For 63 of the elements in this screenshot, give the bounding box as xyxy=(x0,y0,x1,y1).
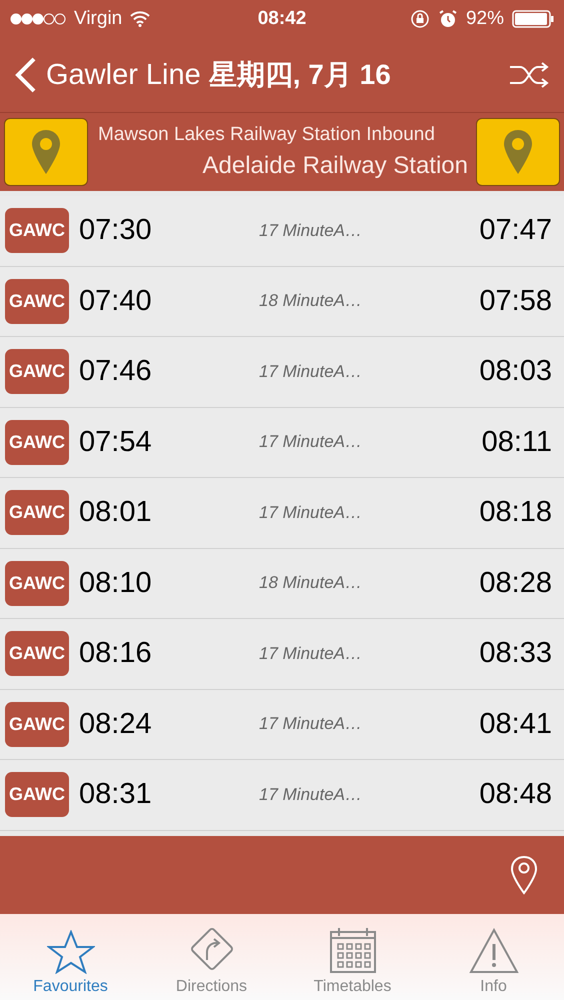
trip-duration: 17 MinuteA… xyxy=(259,644,363,664)
trip-duration: 17 MinuteA… xyxy=(259,432,363,452)
departure-time: 07:54 xyxy=(79,426,153,459)
departure-time: 08:01 xyxy=(79,496,153,530)
arrival-time: 08:28 xyxy=(479,566,552,600)
origin-station: Mawson Lakes Railway Station Inbound xyxy=(97,124,436,146)
arrival-time: 07:58 xyxy=(479,284,552,318)
destination-station: Adelaide Railway Station xyxy=(202,152,468,180)
trip-duration: 17 MinuteA… xyxy=(259,714,363,734)
trip-duration: 17 MinuteA… xyxy=(259,362,363,382)
departure-time: 07:30 xyxy=(79,214,153,248)
trip-row[interactable]: GAWC 08:10 18 MinuteA… 08:28 xyxy=(0,548,564,619)
line-code-badge: GAWC xyxy=(5,420,69,465)
origin-pin-button[interactable] xyxy=(4,118,88,186)
departure-time: 08:10 xyxy=(79,566,153,600)
departure-time: 07:40 xyxy=(79,284,153,318)
trip-duration: 17 MinuteA… xyxy=(259,220,363,241)
line-code-badge: GAWC xyxy=(5,772,69,818)
line-code-badge: GAWC xyxy=(5,631,69,676)
arrival-time: 08:03 xyxy=(479,355,552,388)
signal-icon xyxy=(10,13,66,25)
trip-duration: 18 MinuteA… xyxy=(259,573,363,594)
carrier-name: Virgin xyxy=(74,8,122,30)
line-code-badge: GAWC xyxy=(5,490,69,536)
arrival-time: 08:48 xyxy=(479,778,552,812)
back-chevron-icon[interactable] xyxy=(14,57,38,93)
arrival-time: 08:41 xyxy=(479,708,552,741)
trip-duration: 17 MinuteA… xyxy=(259,502,363,523)
line-code-badge: GAWC xyxy=(5,278,69,324)
warning-icon xyxy=(468,928,518,974)
departure-time: 08:31 xyxy=(79,778,153,812)
arrival-time: 07:47 xyxy=(479,214,552,248)
trip-duration: 18 MinuteA… xyxy=(259,291,363,312)
shuffle-icon[interactable] xyxy=(508,60,550,90)
arrival-time: 08:18 xyxy=(479,496,552,530)
tab-bar-item[interactable]: Favourites xyxy=(0,914,141,1000)
date-label: 星期四, 7月 16 xyxy=(208,58,391,92)
map-pin-icon xyxy=(504,130,532,174)
line-code-badge: GAWC xyxy=(5,560,69,606)
alarm-icon xyxy=(438,9,458,29)
clock-time: 08:42 xyxy=(258,8,306,30)
wifi-icon xyxy=(130,11,150,27)
departure-time: 08:24 xyxy=(79,708,153,741)
trip-row[interactable]: GAWC 07:54 17 MinuteA… 08:11 xyxy=(0,408,564,478)
arrival-time: 08:33 xyxy=(479,637,552,670)
calendar-icon xyxy=(328,926,376,974)
departure-time: 07:46 xyxy=(79,355,153,388)
battery-icon xyxy=(512,10,554,28)
line-code-badge: GAWC xyxy=(5,349,69,394)
line-code-badge: GAWC xyxy=(5,702,69,747)
destination-pin-button[interactable] xyxy=(476,118,560,186)
line-title: Gawler Line xyxy=(46,58,201,92)
location-pin-icon[interactable] xyxy=(510,855,538,895)
trip-row[interactable]: GAWC 08:24 17 MinuteA… 08:41 xyxy=(0,690,564,760)
battery-percent: 92% xyxy=(466,8,504,30)
star-icon xyxy=(46,930,94,974)
trip-duration: 17 MinuteA… xyxy=(259,784,363,805)
trip-row[interactable]: GAWC 07:40 18 MinuteA… 07:58 xyxy=(0,266,564,337)
map-pin-icon xyxy=(32,130,60,174)
arrival-time: 08:11 xyxy=(482,426,552,459)
line-code-badge: GAWC xyxy=(5,208,69,254)
departure-time: 08:16 xyxy=(79,637,153,670)
rotation-lock-icon xyxy=(410,9,430,29)
